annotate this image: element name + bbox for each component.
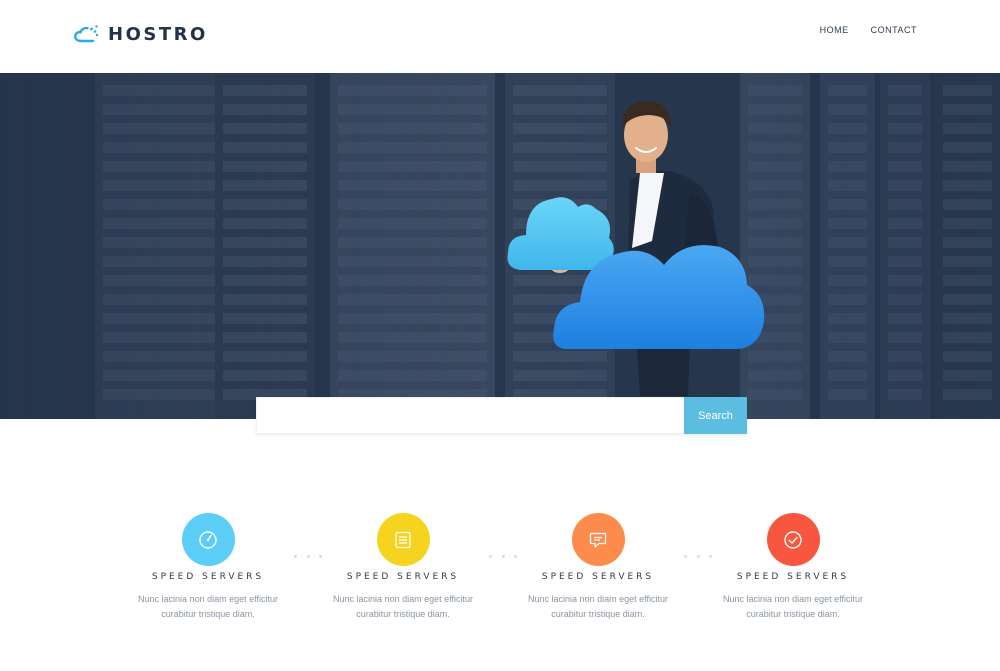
search-button[interactable]: Search [684, 397, 747, 434]
feature-card: SPEED SERVERS Nunc lacinia non diam eget… [313, 513, 493, 622]
feature-card: SPEED SERVERS Nunc lacinia non diam eget… [703, 513, 883, 622]
feature-description: Nunc lacinia non diam eget efficitur cur… [703, 592, 883, 622]
feature-description-line: Nunc lacinia non diam eget efficitur [138, 594, 278, 604]
feature-description-line: Nunc lacinia non diam eget efficitur [333, 594, 473, 604]
feature-icon-circle [181, 513, 235, 566]
list-icon [395, 531, 411, 548]
feature-description-line: curabitur tristique diam. [161, 609, 255, 619]
feature-icon-circle [766, 513, 820, 566]
feature-description: Nunc lacinia non diam eget efficitur cur… [313, 592, 493, 622]
feature-card: SPEED SERVERS Nunc lacinia non diam eget… [508, 513, 688, 622]
search-input[interactable] [256, 397, 684, 434]
site-header: HOSTRO HOME CONTACT [0, 0, 1000, 73]
hero-banner [0, 73, 1000, 419]
logo-text: HOSTRO [108, 23, 208, 45]
feature-description-line: curabitur tristique diam. [551, 609, 645, 619]
cloud-icon [74, 25, 99, 43]
check-circle-icon [784, 530, 802, 549]
feature-description-line: Nunc lacinia non diam eget efficitur [723, 594, 863, 604]
hero-image [0, 73, 1000, 419]
feature-description-line: curabitur tristique diam. [746, 609, 840, 619]
feature-card: SPEED SERVERS Nunc lacinia non diam eget… [118, 513, 298, 622]
feature-description: Nunc lacinia non diam eget efficitur cur… [118, 592, 298, 622]
feature-title: SPEED SERVERS [151, 572, 265, 582]
logo[interactable]: HOSTRO [72, 22, 208, 46]
nav-contact[interactable]: CONTACT [871, 25, 917, 35]
feature-title: SPEED SERVERS [541, 572, 655, 582]
speedometer-icon [199, 530, 217, 549]
main-nav: HOME CONTACT [798, 25, 917, 35]
feature-icon-circle [376, 513, 430, 566]
feature-description: Nunc lacinia non diam eget efficitur cur… [508, 592, 688, 622]
feature-icon-circle [571, 513, 625, 566]
feature-description-line: Nunc lacinia non diam eget efficitur [528, 594, 668, 604]
chat-icon [589, 532, 607, 548]
feature-title: SPEED SERVERS [346, 572, 460, 582]
nav-home[interactable]: HOME [820, 25, 849, 35]
search-bar: Search [256, 397, 747, 434]
feature-description-line: curabitur tristique diam. [356, 609, 450, 619]
feature-title: SPEED SERVERS [736, 572, 850, 582]
